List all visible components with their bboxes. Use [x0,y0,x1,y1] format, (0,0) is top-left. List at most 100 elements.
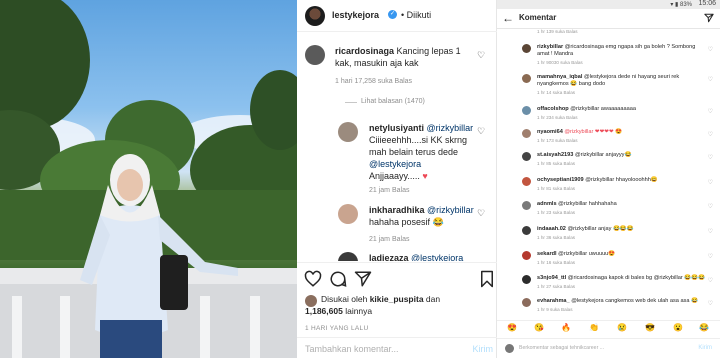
direct-message-icon[interactable] [704,13,714,23]
comment-text: sekardl @rizkybillar uwuuuu😍 [537,251,707,258]
comment-text: ladiezaza @lestykejora [369,252,489,261]
comment-username[interactable]: netylusiyanti [369,123,424,133]
comment-username[interactable]: inkharadhika [369,205,425,215]
comment-body: @rizkybillar hahhahaha [558,201,617,207]
comment-meta: 1 hr 23 suka Balas [537,210,576,215]
comment-text: inkharadhika @rizkybillar hahaha posesif… [369,204,474,228]
emoji-laugh[interactable]: 😂 [699,323,709,332]
commenter-avatar[interactable] [305,45,325,65]
comment-body: Ciiieeehhh....si KK skrng mah belain ter… [369,135,468,157]
commenter-avatar[interactable] [522,298,531,307]
add-comment-input[interactable]: Tambahkan komentar... [305,344,399,354]
commenter-avatar[interactable] [522,74,531,83]
commenter-avatar[interactable] [522,129,531,138]
comments-topbar: ← Komentar [497,9,720,29]
like-comment-heart-icon[interactable]: ♡ [477,208,485,219]
like-comment-heart-icon[interactable]: ♡ [708,131,713,138]
commenter-avatar[interactable] [522,275,531,284]
send-comment-button[interactable]: Kirim [473,344,494,354]
like-comment-heart-icon[interactable]: ♡ [477,50,485,61]
add-comment-bar: Tambahkan komentar... Kirim [297,337,497,358]
like-comment-heart-icon[interactable]: ♡ [477,126,485,137]
commenter-avatar[interactable] [338,122,358,142]
emoji-wow[interactable]: 😮 [673,323,683,332]
emoji-cry[interactable]: 😢 [617,323,627,332]
author-avatar[interactable] [305,6,325,26]
comment-username[interactable]: nyaomi64 [537,129,563,135]
comment-meta: 1 hr 81 suka Balas [537,186,576,191]
comment-username[interactable]: sekardl [537,251,557,257]
emoji-heart-eyes[interactable]: 😍 [507,323,517,332]
liked-by-text: Disukai oleh kikie_puspita dan [321,293,491,305]
comment-username[interactable]: st.aisyah2193 [537,152,573,158]
comment-username[interactable]: s3njo94_ttl [537,275,566,281]
comment-body: @rizkybillar anjay 😂😂😂 [567,226,634,232]
commenter-avatar[interactable] [522,152,531,161]
commenter-avatar[interactable] [338,252,358,261]
comment-body: @rizkybillar ❤❤❤❤ 😍 [564,129,623,135]
comment-meta: 1 hari 17,258 suka Balas [335,78,413,85]
emoji-cool[interactable]: 😎 [645,323,655,332]
like-comment-heart-icon[interactable]: ♡ [708,300,713,307]
emoji-clap[interactable]: 👏 [589,323,599,332]
liked-by-user[interactable]: kikie_puspita [370,294,424,304]
comment-username[interactable]: indaaah.02 [537,226,566,232]
comment-username[interactable]: mamahnya_iqbal [537,74,582,80]
verified-badge-icon: ✓ [388,10,397,19]
comment-username[interactable]: ricardosinaga [335,46,394,56]
comment-mention[interactable]: @rizkybillar [427,123,474,133]
comment-mention[interactable]: @lestykejora [411,253,463,261]
like-comment-heart-icon[interactable]: ♡ [708,253,713,260]
bookmark-icon[interactable] [478,270,496,288]
commenter-avatar[interactable] [522,44,531,53]
like-comment-heart-icon[interactable]: ♡ [708,154,713,161]
comment-mention[interactable]: @lestykejora [369,159,421,169]
comment-username[interactable]: adnmls [537,201,557,207]
comment-meta: 1 hr 14 suka Balas [537,90,576,95]
emoji-kiss[interactable]: 😘 [534,323,544,332]
comment-meta: 1 hr 9 suka Balas [537,307,573,312]
back-arrow-icon[interactable]: ← [502,11,514,25]
photo-illustration [0,0,297,358]
likes-count[interactable]: 1,186,605 [305,306,343,316]
compose-input[interactable]: Berkomentar sebagai tehnikcareer ... [519,345,604,351]
emoji-fire[interactable]: 🔥 [561,323,571,332]
commenter-avatar[interactable] [522,251,531,260]
follow-status[interactable]: • Diikuti [401,10,431,20]
post-timestamp: 1 HARI YANG LALU [305,325,369,332]
like-comment-heart-icon[interactable]: ♡ [708,46,713,53]
likes-count-row[interactable]: 1,186,605 lainnya [305,305,372,317]
comment-username[interactable]: rizkybillar [537,44,563,50]
author-username[interactable]: lestykejora [332,10,379,20]
commenter-avatar[interactable] [522,106,531,115]
commenter-avatar[interactable] [522,226,531,235]
post-photo [0,0,297,358]
comment-username[interactable]: offacolshop [537,106,569,112]
like-comment-heart-icon[interactable]: ♡ [708,228,713,235]
comment-text: rizkybillar @ricardosinaga emg ngapa sih… [537,44,707,58]
comment-username[interactable]: evharahma_ [537,298,570,304]
likes-suffix: lainnya [345,306,373,316]
like-comment-heart-icon[interactable]: ♡ [708,76,713,83]
comment-username[interactable]: ladiezaza [369,253,409,261]
commenter-avatar[interactable] [522,177,531,186]
like-comment-heart-icon[interactable]: ♡ [708,108,713,115]
comment-mention[interactable]: @rizkybillar [427,205,474,215]
comment-meta: 1 hr 90030 suka Balas [537,60,583,65]
commenter-avatar[interactable] [338,204,358,224]
comment-emoji: 😂 [432,217,444,227]
like-comment-heart-icon[interactable]: ♡ [708,179,713,186]
comment-bubble-icon[interactable] [329,270,347,288]
commenter-avatar[interactable] [522,201,531,210]
like-comment-heart-icon[interactable]: ♡ [708,277,713,284]
view-replies-link[interactable]: Lihat balasan (1470) [361,98,425,105]
like-heart-icon[interactable] [304,270,322,288]
post-comment-button[interactable]: Kirim [698,345,712,351]
like-comment-heart-icon[interactable]: ♡ [708,203,713,210]
share-direct-icon[interactable] [354,270,372,288]
comment-username[interactable]: ochyseptiani1909 [537,177,584,183]
comment-body: @rizkybillar hhayolooohhh😀 [585,177,658,183]
comment-text: st.aisyah2193 @rizkybillar anjayyy😂 [537,152,707,159]
post-header: lestykejora ✓ • Diikuti [297,0,497,32]
quick-emoji-bar: 😍 😘 🔥 👏 😢 😎 😮 😂 [497,320,720,338]
